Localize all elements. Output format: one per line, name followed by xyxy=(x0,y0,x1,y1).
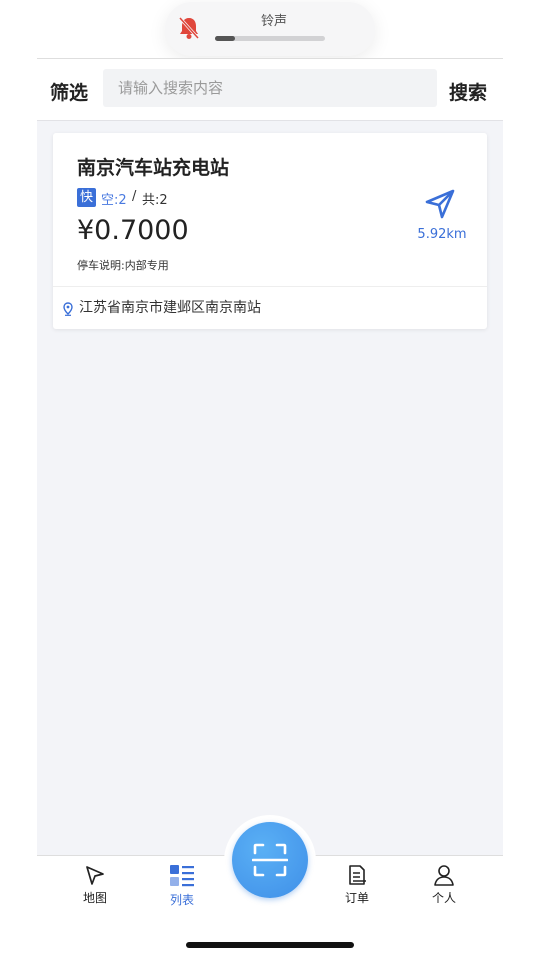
person-icon xyxy=(434,865,454,886)
ringer-popup: 铃声 xyxy=(165,2,375,56)
station-name: 南京汽车站充电站 xyxy=(77,157,230,179)
station-price: ¥0.7000 xyxy=(77,215,189,246)
scan-button[interactable] xyxy=(232,822,308,898)
map-arrow-icon xyxy=(86,866,104,885)
search-button[interactable]: 搜索 xyxy=(449,78,487,105)
tab-profile-label: 个人 xyxy=(431,891,456,905)
tab-list-label: 列表 xyxy=(169,893,194,907)
ringer-volume-slider[interactable] xyxy=(215,36,325,41)
tab-map[interactable]: 地图 xyxy=(65,864,125,906)
tab-orders-label: 订单 xyxy=(344,891,369,905)
ringer-title: 铃声 xyxy=(260,14,287,29)
available-count: 空:2 xyxy=(101,193,127,208)
count-separator: / xyxy=(132,189,137,204)
station-card[interactable]: 南京汽车站充电站 快 空:2 / 共:2 ¥0.7000 停车说明:内部专用 5… xyxy=(53,133,487,329)
total-count: 共:2 xyxy=(142,193,168,208)
charge-type-badge: 快 xyxy=(77,188,96,207)
tab-map-label: 地图 xyxy=(82,891,107,905)
ringer-volume-fill xyxy=(215,36,235,41)
list-icon xyxy=(170,865,194,887)
station-distance: 5.92km xyxy=(417,227,467,242)
card-divider xyxy=(53,286,487,287)
search-input[interactable] xyxy=(103,69,437,107)
tab-profile[interactable]: 个人 xyxy=(414,864,474,906)
parking-note: 停车说明:内部专用 xyxy=(77,259,169,272)
station-list: 南京汽车站充电站 快 空:2 / 共:2 ¥0.7000 停车说明:内部专用 5… xyxy=(37,120,503,856)
station-address: 江苏省南京市建邺区南京南站 xyxy=(79,300,261,316)
tab-orders[interactable]: 订单 xyxy=(327,864,387,906)
location-pin-icon xyxy=(63,301,73,316)
scan-icon xyxy=(252,843,288,877)
navigation-arrow-icon[interactable] xyxy=(423,187,457,221)
home-indicator[interactable] xyxy=(186,942,354,948)
filter-button[interactable]: 筛选 xyxy=(50,78,88,105)
order-icon xyxy=(349,865,366,885)
search-bar: 筛选 搜索 xyxy=(37,68,503,113)
tab-list[interactable]: 列表 xyxy=(152,864,212,908)
